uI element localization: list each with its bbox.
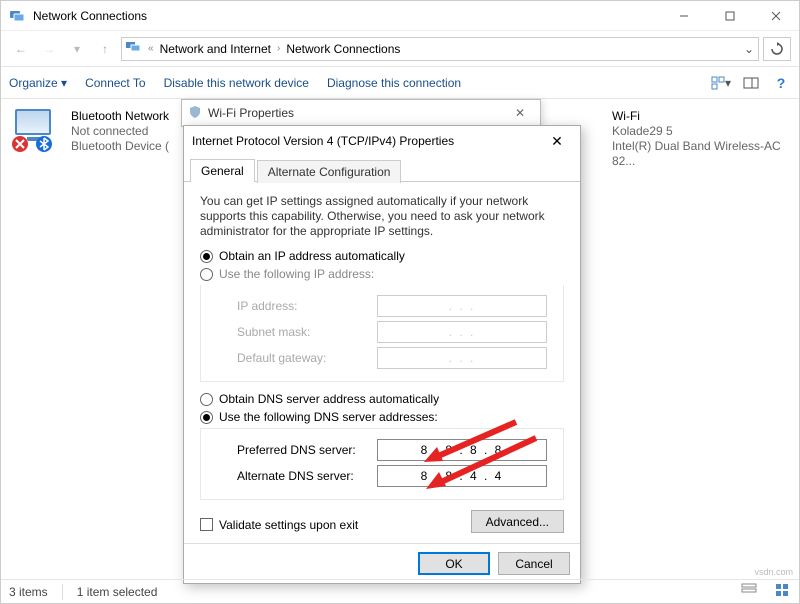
refresh-button[interactable] bbox=[763, 37, 791, 61]
preview-pane-icon[interactable] bbox=[741, 73, 761, 93]
network-icon bbox=[126, 41, 142, 56]
conn-device: Intel(R) Dual Band Wireless-AC 82... bbox=[612, 139, 787, 169]
conn-status: Not connected bbox=[71, 124, 169, 139]
up-button[interactable]: ↑ bbox=[93, 37, 117, 61]
organize-menu[interactable]: Organize ▾ bbox=[9, 76, 67, 90]
ok-button[interactable]: OK bbox=[418, 552, 490, 575]
dialog-titlebar: Internet Protocol Version 4 (TCP/IPv4) P… bbox=[184, 126, 580, 156]
label-mask: Subnet mask: bbox=[237, 325, 377, 339]
disable-device-button[interactable]: Disable this network device bbox=[164, 76, 309, 90]
conn-name: Wi-Fi bbox=[612, 109, 787, 124]
cancel-button[interactable]: Cancel bbox=[498, 552, 570, 575]
details-view-icon[interactable] bbox=[741, 583, 757, 600]
window-title: Network Connections bbox=[33, 9, 661, 23]
wifi-info: Wi-Fi Kolade29 5 Intel(R) Dual Band Wire… bbox=[612, 109, 787, 169]
wifi-thumb bbox=[595, 109, 604, 149]
content-area: Bluetooth Network Not connected Bluetoot… bbox=[1, 99, 799, 579]
close-icon[interactable]: ✕ bbox=[542, 133, 572, 150]
navigation-bar: ← → ▾ ↑ « Network and Internet › Network… bbox=[1, 31, 799, 67]
shield-icon bbox=[188, 105, 202, 122]
label-dns2: Alternate DNS server: bbox=[237, 469, 377, 483]
window-titlebar: Network Connections bbox=[1, 1, 799, 31]
conn-device: Bluetooth Device ( bbox=[71, 139, 169, 154]
radio-label: Obtain an IP address automatically bbox=[219, 249, 405, 263]
connect-to-button[interactable]: Connect To bbox=[85, 76, 146, 90]
diagnose-button[interactable]: Diagnose this connection bbox=[327, 76, 461, 90]
dialog-title: Internet Protocol Version 4 (TCP/IPv4) P… bbox=[192, 134, 542, 148]
status-selected: 1 item selected bbox=[77, 585, 158, 599]
tab-general[interactable]: General bbox=[190, 159, 255, 182]
forward-button[interactable]: → bbox=[37, 37, 61, 61]
tab-alternate[interactable]: Alternate Configuration bbox=[257, 160, 402, 183]
address-bar[interactable]: « Network and Internet › Network Connect… bbox=[121, 37, 759, 61]
label-ip: IP address: bbox=[237, 299, 377, 313]
radio-icon bbox=[200, 393, 213, 406]
checkbox-validate[interactable]: Validate settings upon exit bbox=[200, 518, 358, 532]
checkbox-label: Validate settings upon exit bbox=[219, 518, 358, 532]
status-items: 3 items bbox=[9, 585, 48, 599]
close-button[interactable] bbox=[753, 1, 799, 31]
back-button[interactable]: ← bbox=[9, 37, 33, 61]
radio-label: Use the following IP address: bbox=[219, 267, 374, 281]
breadcrumb-2[interactable]: Network Connections bbox=[286, 42, 400, 56]
maximize-button[interactable] bbox=[707, 1, 753, 31]
connection-bluetooth[interactable]: Bluetooth Network Not connected Bluetoot… bbox=[11, 105, 181, 158]
dropdown-icon[interactable]: ⌄ bbox=[744, 42, 754, 56]
input-mask: . . . bbox=[377, 321, 547, 343]
bluetooth-info: Bluetooth Network Not connected Bluetoot… bbox=[71, 109, 169, 154]
radio-icon bbox=[200, 411, 213, 424]
tabs: General Alternate Configuration bbox=[184, 158, 580, 182]
close-icon[interactable]: ✕ bbox=[506, 106, 534, 120]
conn-name: Bluetooth Network bbox=[71, 109, 169, 124]
recent-button[interactable]: ▾ bbox=[65, 37, 89, 61]
description-text: You can get IP settings assigned automat… bbox=[200, 194, 564, 239]
breadcrumb-sep: « bbox=[148, 43, 154, 54]
ipv4-properties-dialog: Internet Protocol Version 4 (TCP/IPv4) P… bbox=[183, 125, 581, 584]
advanced-button[interactable]: Advanced... bbox=[471, 510, 564, 533]
label-gateway: Default gateway: bbox=[237, 351, 377, 365]
tiles-view-icon[interactable] bbox=[775, 583, 791, 600]
radio-ip-manual[interactable]: Use the following IP address: bbox=[200, 267, 564, 281]
radio-ip-auto[interactable]: Obtain an IP address automatically bbox=[200, 249, 564, 263]
connection-wifi[interactable]: Wi-Fi Kolade29 5 Intel(R) Dual Band Wire… bbox=[591, 105, 791, 173]
status-bar: 3 items 1 item selected bbox=[1, 579, 799, 603]
radio-dns-auto[interactable]: Obtain DNS server address automatically bbox=[200, 392, 564, 406]
radio-icon bbox=[200, 250, 213, 263]
annotation-arrow-2 bbox=[421, 433, 541, 496]
watermark: vsdn.com bbox=[754, 567, 793, 577]
label-dns1: Preferred DNS server: bbox=[237, 443, 377, 457]
command-bar: Organize ▾ Connect To Disable this netwo… bbox=[1, 67, 799, 99]
dialog-buttons: OK Cancel bbox=[184, 543, 580, 583]
network-icon bbox=[9, 8, 25, 24]
breadcrumb-sep: › bbox=[277, 43, 280, 54]
help-icon[interactable]: ? bbox=[771, 73, 791, 93]
radio-icon bbox=[200, 268, 213, 281]
wifi-props-title: Wi-Fi Properties bbox=[208, 106, 500, 120]
conn-status: Kolade29 5 bbox=[612, 124, 787, 139]
divider bbox=[62, 584, 63, 600]
radio-label: Obtain DNS server address automatically bbox=[219, 392, 439, 406]
radio-label: Use the following DNS server addresses: bbox=[219, 410, 438, 424]
input-ip: . . . bbox=[377, 295, 547, 317]
breadcrumb-1[interactable]: Network and Internet bbox=[160, 42, 271, 56]
minimize-button[interactable] bbox=[661, 1, 707, 31]
checkbox-icon bbox=[200, 518, 213, 531]
view-icon[interactable]: ▾ bbox=[711, 73, 731, 93]
input-gateway: . . . bbox=[377, 347, 547, 369]
wifi-properties-dialog: Wi-Fi Properties ✕ bbox=[181, 99, 541, 127]
bluetooth-thumb bbox=[15, 109, 63, 149]
